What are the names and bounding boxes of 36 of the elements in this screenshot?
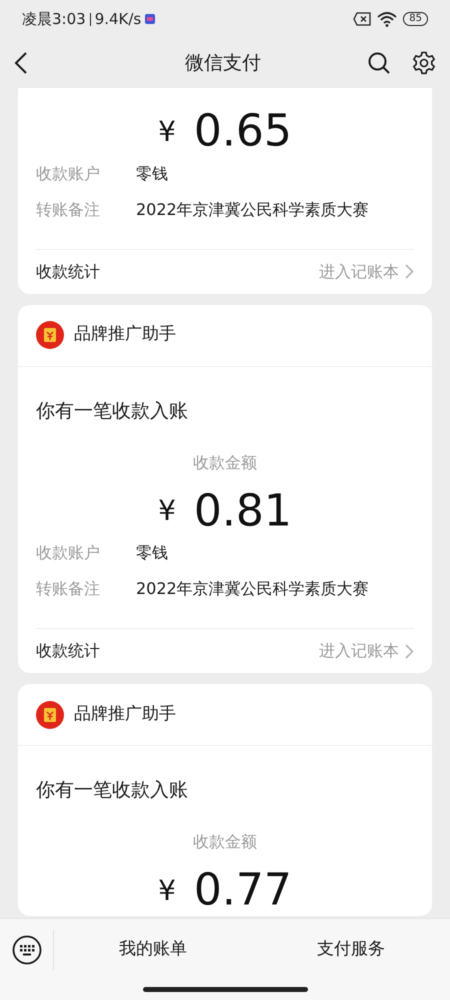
- field-label: 收款账户: [36, 542, 101, 564]
- sender-name: 品牌推广助手: [74, 323, 176, 346]
- amount: ¥ 0.81: [157, 486, 293, 536]
- wifi-icon: [377, 12, 398, 26]
- amount-label: 收款金额: [192, 452, 258, 474]
- search-icon[interactable]: [368, 52, 390, 74]
- chevron-right-icon: [405, 264, 414, 280]
- amount: ¥ 0.77: [157, 865, 293, 916]
- app-notification-icon: [145, 14, 156, 24]
- field-value: 2022年京津冀公民科学素质大赛: [136, 578, 369, 600]
- message-title: 你有一笔收款入账: [35, 778, 189, 804]
- field-label: 转账备注: [36, 198, 101, 221]
- back-icon[interactable]: [14, 52, 28, 74]
- field-value: 零钱: [136, 542, 168, 564]
- sender-name: 品牌推广助手: [74, 703, 176, 726]
- page-title: 微信支付: [185, 50, 261, 76]
- menu-tab[interactable]: 支付服务: [252, 919, 450, 981]
- amount: ¥ 0.65: [157, 106, 293, 157]
- field-label: 收款账户: [36, 162, 101, 185]
- menu-tab[interactable]: 我的账单: [54, 919, 252, 981]
- settings-icon[interactable]: [412, 51, 436, 75]
- envelope-icon: [36, 700, 64, 729]
- amount-label: 收款金额: [192, 831, 258, 854]
- message-title: 你有一笔收款入账: [35, 398, 189, 424]
- envelope-icon: [36, 321, 64, 350]
- field-value: 零钱: [136, 162, 168, 185]
- field-label: 转账备注: [36, 578, 101, 600]
- battery-indicator: 85: [403, 12, 428, 26]
- chevron-right-icon: [405, 644, 414, 659]
- status-time: 凌晨3:03: [22, 8, 86, 30]
- stats-label: 收款统计: [36, 640, 100, 662]
- sim-card-icon: [353, 12, 372, 26]
- network-speed: 9.4K/s: [94, 8, 142, 30]
- stats-label: 收款统计: [36, 260, 100, 283]
- keyboard-icon[interactable]: [12, 935, 42, 965]
- field-value: 2022年京津冀公民科学素质大赛: [136, 198, 369, 221]
